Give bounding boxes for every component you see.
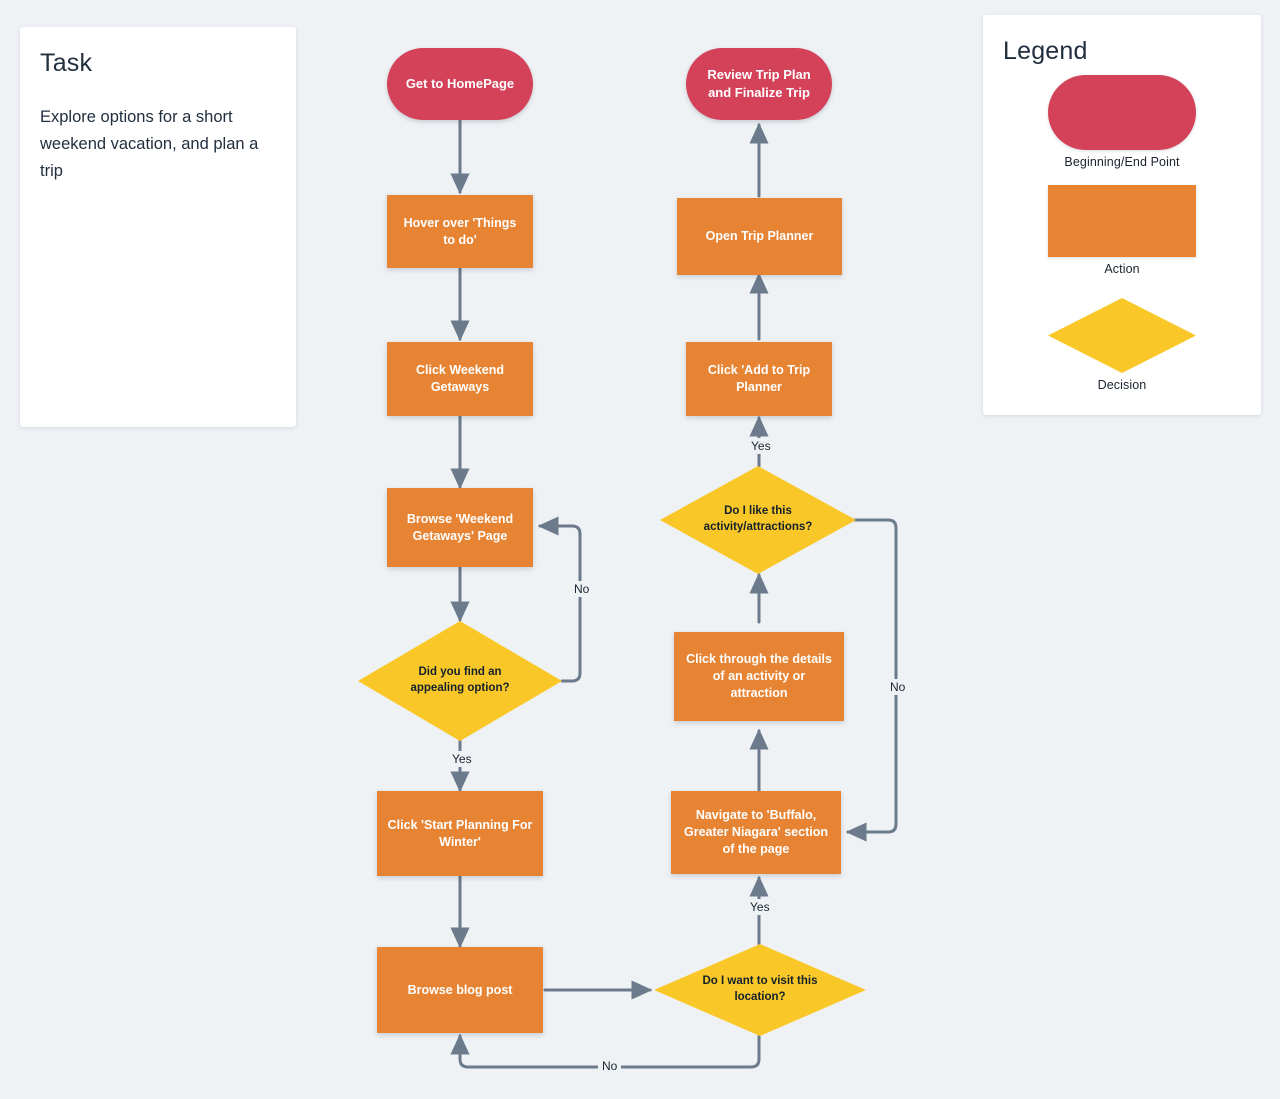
node-label: Browse 'Weekend Getaways' Page: [406, 511, 514, 543]
node-label: Get to HomePage: [405, 76, 515, 92]
decision-swatch-icon: [1048, 298, 1196, 373]
node-browse-blog-post[interactable]: Browse blog post: [377, 947, 543, 1033]
node-click-start-planning-for-winter[interactable]: Click 'Start Planning For Winter': [377, 791, 543, 876]
node-label: Hover over 'Things to do': [403, 215, 517, 247]
node-navigate-buffalo-greater-niagara[interactable]: Navigate to 'Buffalo, Greater Niagara' s…: [671, 791, 841, 874]
node-click-add-to-trip-planner[interactable]: Click 'Add to Trip Planner: [686, 342, 832, 416]
legend-item-terminator: Beginning/End Point: [983, 75, 1261, 169]
edge-label-likeact-yes: Yes: [747, 438, 775, 454]
node-label: Do I like this activity/attractions?: [703, 505, 813, 533]
edge-label-appealing-no: No: [570, 581, 594, 597]
node-browse-weekend-getaways-page[interactable]: Browse 'Weekend Getaways' Page: [387, 488, 533, 567]
node-click-through-details-activity[interactable]: Click through the details of an activity…: [674, 632, 844, 721]
edge-label-likeact-no: No: [886, 679, 910, 695]
edge-label-appealing-yes: Yes: [448, 751, 476, 767]
action-swatch-icon: [1048, 185, 1196, 257]
edge-label-visitloc-yes: Yes: [746, 899, 774, 915]
task-panel-title: Task: [40, 49, 93, 77]
node-label: Did you find an appealing option?: [410, 666, 510, 694]
edge-likeact-no: [845, 518, 898, 842]
node-label: Click Weekend Getaways: [415, 363, 504, 394]
legend-panel-title: Legend: [1003, 37, 1088, 65]
node-label: Do I want to visit this location?: [702, 975, 818, 1003]
node-hover-things-to-do[interactable]: Hover over 'Things to do': [387, 195, 533, 268]
legend-item-action: Action: [983, 185, 1261, 276]
node-open-trip-planner[interactable]: Open Trip Planner: [677, 198, 842, 275]
node-label: Click through the details of an activity…: [686, 652, 832, 700]
node-get-to-homepage[interactable]: Get to HomePage: [387, 48, 533, 120]
legend-panel: Legend Beginning/End Point Action Decisi…: [983, 15, 1261, 415]
edge-label-visitloc-no: No: [598, 1058, 622, 1074]
node-review-trip-plan-finalize[interactable]: Review Trip Plan and Finalize Trip: [686, 48, 832, 120]
node-click-weekend-getaways[interactable]: Click Weekend Getaways: [387, 342, 533, 416]
terminator-swatch-icon: [1048, 75, 1196, 150]
legend-item-decision: Decision: [983, 298, 1261, 392]
node-label: Browse blog post: [407, 982, 513, 997]
edge-appealing-no: [537, 516, 582, 683]
task-panel: Task Explore options for a short weekend…: [20, 27, 296, 427]
legend-item-label: Decision: [1097, 378, 1147, 392]
legend-item-label: Beginning/End Point: [1064, 155, 1180, 169]
node-label: Review Trip Plan and Finalize Trip: [707, 67, 811, 100]
node-label: Open Trip Planner: [705, 229, 814, 244]
legend-item-label: Action: [1104, 262, 1140, 276]
node-label: Click 'Start Planning For Winter': [387, 817, 533, 849]
node-label: Click 'Add to Trip Planner: [707, 363, 811, 394]
node-label: Navigate to 'Buffalo, Greater Niagara' s…: [683, 808, 828, 856]
task-description: Explore options for a short weekend vaca…: [40, 108, 259, 180]
